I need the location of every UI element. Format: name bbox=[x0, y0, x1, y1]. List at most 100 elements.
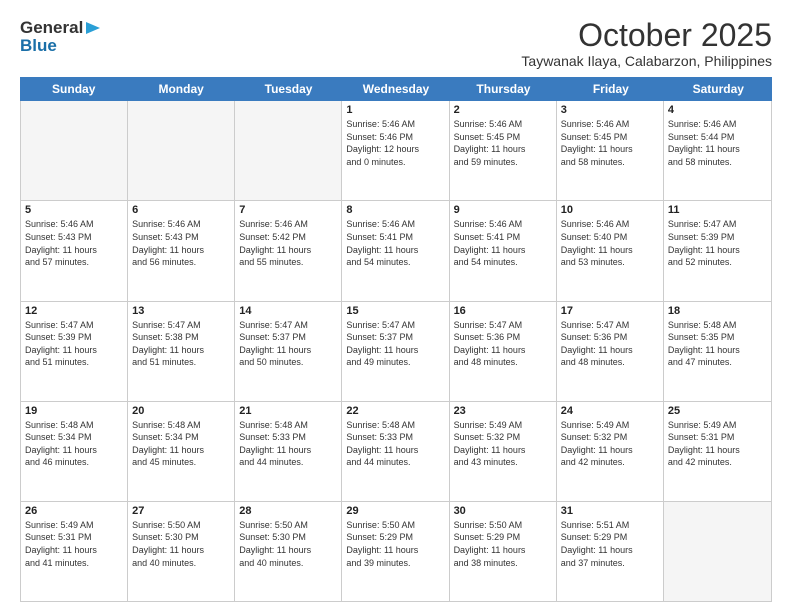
day-info: Sunrise: 5:46 AMSunset: 5:42 PMDaylight:… bbox=[239, 218, 337, 268]
day-info: Sunrise: 5:49 AMSunset: 5:31 PMDaylight:… bbox=[668, 419, 767, 469]
day-info: Sunrise: 5:46 AMSunset: 5:43 PMDaylight:… bbox=[25, 218, 123, 268]
day-info: Sunrise: 5:47 AMSunset: 5:36 PMDaylight:… bbox=[454, 319, 552, 369]
calendar-day-24: 24 Sunrise: 5:49 AMSunset: 5:32 PMDayligh… bbox=[557, 402, 664, 501]
subtitle: Taywanak Ilaya, Calabarzon, Philippines bbox=[521, 53, 772, 69]
calendar-day-3: 3Sunrise: 5:46 AMSunset: 5:45 PMDaylight… bbox=[557, 101, 664, 200]
day-info: Sunrise: 5:47 AMSunset: 5:39 PMDaylight:… bbox=[25, 319, 123, 369]
calendar-day-21: 21 Sunrise: 5:48 AMSunset: 5:33 PMDayligh… bbox=[235, 402, 342, 501]
day-number: 19 bbox=[25, 405, 123, 417]
calendar-day-10: 10Sunrise: 5:46 AMSunset: 5:40 PMDayligh… bbox=[557, 201, 664, 300]
calendar-day-15: 15 Sunrise: 5:47 AMSunset: 5:37 PMDayligh… bbox=[342, 302, 449, 401]
title-area: October 2025 Taywanak Ilaya, Calabarzon,… bbox=[521, 18, 772, 69]
day-number: 21 bbox=[239, 405, 337, 417]
calendar-day-27: 27Sunrise: 5:50 AMSunset: 5:30 PMDayligh… bbox=[128, 502, 235, 601]
day-number: 25 bbox=[668, 405, 767, 417]
calendar-day-19: 19 Sunrise: 5:48 AMSunset: 5:34 PMDayligh… bbox=[21, 402, 128, 501]
day-info: Sunrise: 5:48 AMSunset: 5:35 PMDaylight:… bbox=[668, 319, 767, 369]
calendar-day-2: 2 Sunrise: 5:46 AMSunset: 5:45 PMDaylight… bbox=[450, 101, 557, 200]
day-info: Sunrise: 5:46 AMSunset: 5:41 PMDaylight:… bbox=[346, 218, 444, 268]
day-info: Sunrise: 5:46 AMSunset: 5:44 PMDaylight:… bbox=[668, 118, 767, 168]
calendar-week-5: 26Sunrise: 5:49 AMSunset: 5:31 PMDayligh… bbox=[21, 502, 771, 601]
calendar-day-8: 8 Sunrise: 5:46 AMSunset: 5:41 PMDaylight… bbox=[342, 201, 449, 300]
day-info: Sunrise: 5:48 AMSunset: 5:34 PMDaylight:… bbox=[132, 419, 230, 469]
day-info: Sunrise: 5:48 AMSunset: 5:33 PMDaylight:… bbox=[239, 419, 337, 469]
day-info: Sunrise: 5:48 AMSunset: 5:33 PMDaylight:… bbox=[346, 419, 444, 469]
calendar-day-1: 1 Sunrise: 5:46 AMSunset: 5:46 PMDaylight… bbox=[342, 101, 449, 200]
day-of-week-monday: Monday bbox=[127, 77, 234, 101]
day-info: Sunrise: 5:47 AMSunset: 5:39 PMDaylight:… bbox=[668, 218, 767, 268]
day-info: Sunrise: 5:47 AMSunset: 5:36 PMDaylight:… bbox=[561, 319, 659, 369]
day-number: 1 bbox=[346, 104, 444, 116]
calendar-day-12: 12 Sunrise: 5:47 AMSunset: 5:39 PMDayligh… bbox=[21, 302, 128, 401]
day-number: 22 bbox=[346, 405, 444, 417]
day-of-week-friday: Friday bbox=[557, 77, 664, 101]
calendar-empty-cell bbox=[21, 101, 128, 200]
calendar-day-14: 14 Sunrise: 5:47 AMSunset: 5:37 PMDayligh… bbox=[235, 302, 342, 401]
page: General Blue October 2025 Taywanak Ilaya… bbox=[0, 0, 792, 612]
day-number: 20 bbox=[132, 405, 230, 417]
day-number: 27 bbox=[132, 505, 230, 517]
calendar-day-16: 16 Sunrise: 5:47 AMSunset: 5:36 PMDayligh… bbox=[450, 302, 557, 401]
day-info: Sunrise: 5:50 AMSunset: 5:29 PMDaylight:… bbox=[454, 519, 552, 569]
day-of-week-sunday: Sunday bbox=[20, 77, 127, 101]
calendar-day-4: 4 Sunrise: 5:46 AMSunset: 5:44 PMDaylight… bbox=[664, 101, 771, 200]
day-info: Sunrise: 5:46 AMSunset: 5:45 PMDaylight:… bbox=[454, 118, 552, 168]
day-info: Sunrise: 5:46 AMSunset: 5:43 PMDaylight:… bbox=[132, 218, 230, 268]
day-of-week-wednesday: Wednesday bbox=[342, 77, 449, 101]
calendar-body: 1 Sunrise: 5:46 AMSunset: 5:46 PMDaylight… bbox=[20, 101, 772, 602]
calendar-day-25: 25 Sunrise: 5:49 AMSunset: 5:31 PMDayligh… bbox=[664, 402, 771, 501]
day-of-week-saturday: Saturday bbox=[665, 77, 772, 101]
calendar-day-30: 30 Sunrise: 5:50 AMSunset: 5:29 PMDayligh… bbox=[450, 502, 557, 601]
day-number: 16 bbox=[454, 305, 552, 317]
day-number: 31 bbox=[561, 505, 659, 517]
day-number: 13 bbox=[132, 305, 230, 317]
day-number: 2 bbox=[454, 104, 552, 116]
day-number: 23 bbox=[454, 405, 552, 417]
calendar-empty-cell bbox=[235, 101, 342, 200]
day-info: Sunrise: 5:47 AMSunset: 5:38 PMDaylight:… bbox=[132, 319, 230, 369]
day-of-week-tuesday: Tuesday bbox=[235, 77, 342, 101]
day-of-week-thursday: Thursday bbox=[450, 77, 557, 101]
calendar-empty-cell bbox=[664, 502, 771, 601]
day-info: Sunrise: 5:46 AMSunset: 5:46 PMDaylight:… bbox=[346, 118, 444, 168]
calendar-header: SundayMondayTuesdayWednesdayThursdayFrid… bbox=[20, 77, 772, 101]
header: General Blue October 2025 Taywanak Ilaya… bbox=[20, 18, 772, 69]
day-info: Sunrise: 5:47 AMSunset: 5:37 PMDaylight:… bbox=[239, 319, 337, 369]
day-number: 29 bbox=[346, 505, 444, 517]
calendar-week-4: 19 Sunrise: 5:48 AMSunset: 5:34 PMDayligh… bbox=[21, 402, 771, 502]
calendar-day-13: 13 Sunrise: 5:47 AMSunset: 5:38 PMDayligh… bbox=[128, 302, 235, 401]
day-number: 11 bbox=[668, 204, 767, 216]
day-number: 6 bbox=[132, 204, 230, 216]
calendar-day-18: 18Sunrise: 5:48 AMSunset: 5:35 PMDayligh… bbox=[664, 302, 771, 401]
logo-blue-text: Blue bbox=[20, 36, 57, 56]
main-title: October 2025 bbox=[521, 18, 772, 53]
day-number: 24 bbox=[561, 405, 659, 417]
logo-arrow-icon bbox=[84, 19, 102, 37]
calendar-day-7: 7Sunrise: 5:46 AMSunset: 5:42 PMDaylight… bbox=[235, 201, 342, 300]
day-number: 5 bbox=[25, 204, 123, 216]
calendar-week-3: 12 Sunrise: 5:47 AMSunset: 5:39 PMDayligh… bbox=[21, 302, 771, 402]
day-info: Sunrise: 5:47 AMSunset: 5:37 PMDaylight:… bbox=[346, 319, 444, 369]
day-number: 15 bbox=[346, 305, 444, 317]
calendar-day-6: 6 Sunrise: 5:46 AMSunset: 5:43 PMDaylight… bbox=[128, 201, 235, 300]
day-info: Sunrise: 5:48 AMSunset: 5:34 PMDaylight:… bbox=[25, 419, 123, 469]
calendar-day-31: 31Sunrise: 5:51 AMSunset: 5:29 PMDayligh… bbox=[557, 502, 664, 601]
day-info: Sunrise: 5:49 AMSunset: 5:32 PMDaylight:… bbox=[561, 419, 659, 469]
calendar-day-28: 28Sunrise: 5:50 AMSunset: 5:30 PMDayligh… bbox=[235, 502, 342, 601]
day-info: Sunrise: 5:46 AMSunset: 5:40 PMDaylight:… bbox=[561, 218, 659, 268]
calendar-day-20: 20 Sunrise: 5:48 AMSunset: 5:34 PMDayligh… bbox=[128, 402, 235, 501]
day-number: 26 bbox=[25, 505, 123, 517]
calendar-empty-cell bbox=[128, 101, 235, 200]
day-info: Sunrise: 5:49 AMSunset: 5:32 PMDaylight:… bbox=[454, 419, 552, 469]
day-number: 4 bbox=[668, 104, 767, 116]
day-number: 12 bbox=[25, 305, 123, 317]
day-number: 28 bbox=[239, 505, 337, 517]
calendar-day-11: 11 Sunrise: 5:47 AMSunset: 5:39 PMDayligh… bbox=[664, 201, 771, 300]
day-number: 14 bbox=[239, 305, 337, 317]
calendar-day-5: 5 Sunrise: 5:46 AMSunset: 5:43 PMDaylight… bbox=[21, 201, 128, 300]
calendar-day-26: 26Sunrise: 5:49 AMSunset: 5:31 PMDayligh… bbox=[21, 502, 128, 601]
day-number: 30 bbox=[454, 505, 552, 517]
calendar-day-9: 9Sunrise: 5:46 AMSunset: 5:41 PMDaylight… bbox=[450, 201, 557, 300]
day-number: 17 bbox=[561, 305, 659, 317]
day-number: 8 bbox=[346, 204, 444, 216]
